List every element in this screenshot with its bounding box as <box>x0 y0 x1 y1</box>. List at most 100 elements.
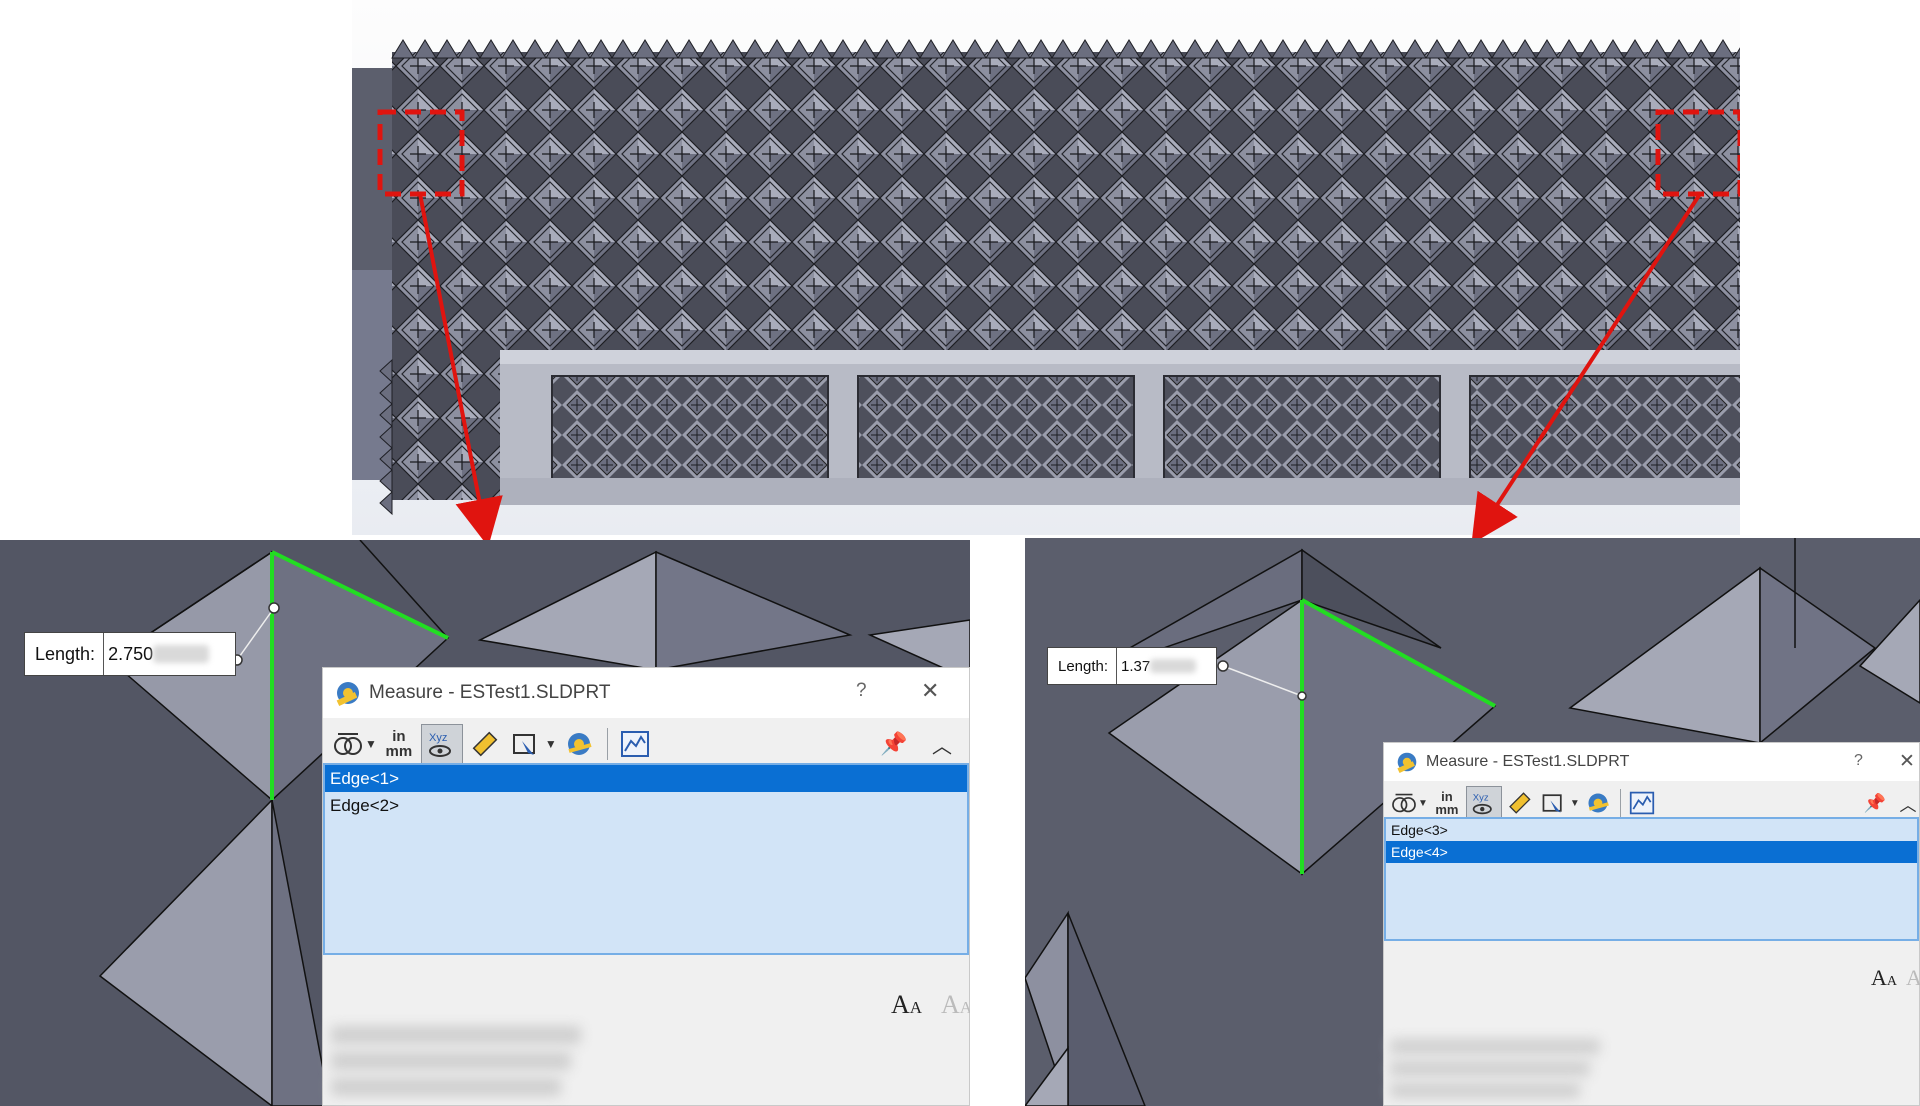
projection-icon <box>1542 794 1562 813</box>
point-to-point-button[interactable] <box>463 724 505 764</box>
units-precision-button[interactable]: in mm <box>377 724 421 764</box>
increase-font-icon[interactable]: AA <box>891 990 922 1020</box>
measure-history-icon <box>567 733 592 755</box>
lattice-spike <box>1711 39 1735 59</box>
right-zoom-viewport[interactable]: Length: 1.37 Measure - ESTest1.SLDPRT ? … <box>1025 538 1920 1106</box>
help-button[interactable]: ? <box>1854 752 1863 770</box>
lattice-spike <box>1029 39 1053 59</box>
lattice-spike <box>1139 39 1163 59</box>
length-value: 2.750 <box>104 633 213 675</box>
create-sensor-button[interactable] <box>1625 786 1659 820</box>
lattice-spike <box>919 39 943 59</box>
selection-list[interactable]: Edge<3> Edge<4> <box>1384 817 1919 941</box>
arc-options-icon <box>334 733 362 755</box>
xyz-dimensions-icon: Xyz <box>1473 792 1492 815</box>
pin-icon[interactable]: 📌 <box>1862 786 1888 820</box>
lattice-spike <box>1645 39 1669 59</box>
lattice-spike <box>1425 39 1449 59</box>
length-callout: Length: 1.37 <box>1047 647 1217 685</box>
decrease-font-icon[interactable]: AA <box>941 990 970 1020</box>
lattice-spike <box>1293 39 1317 59</box>
lattice-spike <box>633 39 657 59</box>
lattice-spike <box>853 39 877 59</box>
units-bottom: mm <box>385 743 413 760</box>
results-text-blurred <box>331 1052 571 1070</box>
lattice-spike <box>1183 39 1207 59</box>
lattice-spike <box>1315 39 1339 59</box>
arc-options-button[interactable] <box>1390 786 1418 820</box>
lattice-spike <box>1623 39 1647 59</box>
point-to-point-icon <box>1509 792 1531 814</box>
units-blur <box>153 645 210 663</box>
lattice-spike <box>1117 39 1141 59</box>
lattice-spike <box>1073 39 1097 59</box>
lattice-spike <box>809 39 833 59</box>
lattice-spike <box>831 39 855 59</box>
results-text-blurred <box>1390 1083 1580 1098</box>
show-xyz-button[interactable]: Xyz <box>420 724 463 764</box>
lattice-spike <box>545 39 569 59</box>
toolbar-separator <box>606 728 608 760</box>
selection-list[interactable]: Edge<1> Edge<2> <box>323 763 969 955</box>
create-sensor-button[interactable] <box>614 724 656 764</box>
length-label: Length: <box>25 633 105 675</box>
lattice-spike <box>1689 39 1713 59</box>
lattice-spike <box>589 39 613 59</box>
point-to-point-icon <box>472 731 498 757</box>
lattice-spike <box>963 39 987 59</box>
measure-history-button[interactable] <box>1580 786 1616 820</box>
lattice-spike <box>501 39 525 59</box>
measure-history-button[interactable] <box>557 724 601 764</box>
lattice-spike <box>391 39 415 59</box>
projection-dropdown-icon[interactable]: ▼ <box>545 737 557 751</box>
close-button[interactable]: ✕ <box>921 678 939 704</box>
close-button[interactable]: ✕ <box>1899 750 1915 773</box>
selection-item[interactable]: Edge<1> <box>325 765 967 792</box>
help-button[interactable]: ? <box>856 680 867 702</box>
svg-text:Xyz: Xyz <box>429 732 447 744</box>
lattice-spike <box>611 39 635 59</box>
measure-tool-icon <box>1397 752 1417 773</box>
increase-font-icon[interactable]: AA <box>1871 965 1897 991</box>
collapse-icon[interactable]: ︿ <box>1896 786 1920 820</box>
dialog-title: Measure - ESTest1.SLDPRT <box>369 682 611 703</box>
point-to-point-button[interactable] <box>1502 786 1536 820</box>
xyz-dimensions-icon: Xyz <box>428 732 451 757</box>
lattice-spike <box>743 39 767 59</box>
pin-icon[interactable]: 📌 <box>879 724 909 764</box>
units-precision-button[interactable]: in mm <box>1428 786 1466 820</box>
arc-options-dropdown-icon[interactable]: ▼ <box>365 737 377 751</box>
sensor-icon <box>1629 791 1654 815</box>
lattice-spike <box>721 39 745 59</box>
length-callout: Length: 2.750 <box>24 632 236 676</box>
lattice-spike <box>523 39 547 59</box>
lattice-spike <box>1007 39 1031 59</box>
measure-dialog: Measure - ESTest1.SLDPRT ? ✕ ▼ in mm Xyz… <box>322 667 970 1106</box>
selection-item[interactable]: Edge<3> <box>1386 819 1917 841</box>
projection-button[interactable] <box>505 724 545 764</box>
lattice-spike <box>1249 39 1273 59</box>
lattice-spike <box>1513 39 1537 59</box>
selection-item[interactable]: Edge<2> <box>325 792 967 819</box>
projection-dropdown-icon[interactable]: ▼ <box>1570 798 1580 809</box>
show-xyz-button[interactable]: Xyz <box>1465 786 1502 820</box>
lattice-spike <box>985 39 1009 59</box>
lattice-spike <box>1205 39 1229 59</box>
lattice-spike <box>1667 39 1691 59</box>
lattice-spike <box>1579 39 1603 59</box>
lattice-spike <box>787 39 811 59</box>
decrease-font-icon[interactable]: AA <box>1906 965 1920 991</box>
model-overview-viewport[interactable] <box>352 0 1740 535</box>
left-zoom-viewport[interactable]: Length: 2.750 Measure - ESTest1.SLDPRT ?… <box>0 540 970 1106</box>
lattice-spike <box>677 39 701 59</box>
arc-options-dropdown-icon[interactable]: ▼ <box>1418 798 1428 809</box>
arc-options-button[interactable] <box>331 724 365 764</box>
lattice-window <box>857 375 1135 481</box>
svg-text:Xyz: Xyz <box>1473 792 1489 803</box>
length-label: Length: <box>1048 648 1118 684</box>
selection-item[interactable]: Edge<4> <box>1386 841 1917 863</box>
dialog-titlebar: Measure - ESTest1.SLDPRT ? ✕ <box>1384 743 1919 781</box>
projection-button[interactable] <box>1536 786 1570 820</box>
collapse-icon[interactable]: ︿ <box>927 724 957 764</box>
lattice-spike <box>1557 39 1581 59</box>
